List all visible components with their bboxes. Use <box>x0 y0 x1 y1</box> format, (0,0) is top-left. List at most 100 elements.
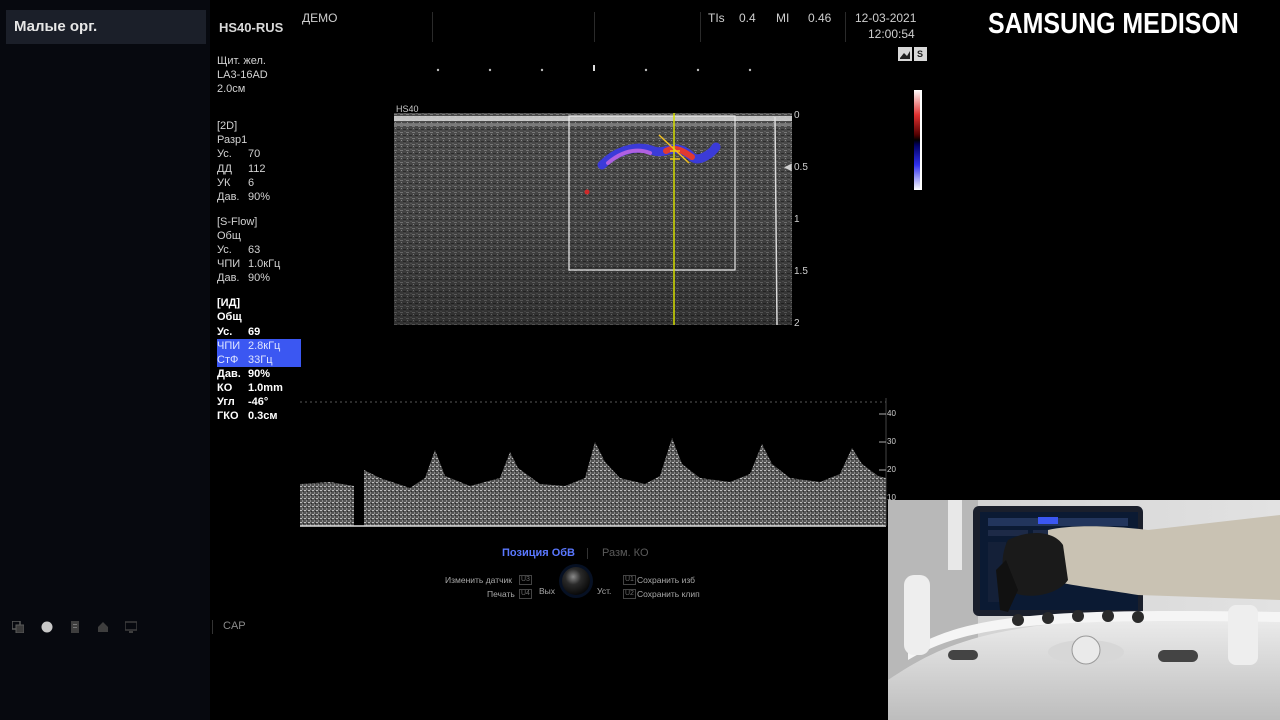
preset-label: Малые орг. <box>14 18 98 35</box>
key-u4: U4 <box>519 589 532 599</box>
param-row: КО 1.0mm <box>217 381 307 395</box>
param-row: Дав. 90% <box>217 271 307 285</box>
velocity-tick-label: 20 <box>887 465 896 474</box>
tis-label: TIs <box>708 11 725 25</box>
param-value: 33Гц <box>248 353 273 366</box>
mi-value: 0.46 <box>808 11 832 25</box>
param-value: 1.0кГц <box>248 258 281 271</box>
param-key: Ус. <box>217 325 233 338</box>
param-row: Ус. 63 <box>217 243 307 257</box>
depth-tick-label: 0.5 <box>794 162 808 173</box>
layers-icon[interactable] <box>12 621 24 633</box>
depth-tick-label: 0 <box>794 110 800 121</box>
param-value: -46° <box>248 395 269 408</box>
param-row-selected[interactable]: ЧПИ 2.8кГц <box>217 338 301 353</box>
header-divider <box>432 12 433 42</box>
exam-organ: Щит. жел. <box>217 55 266 67</box>
param-row: ГКО 0.3см <box>217 409 307 423</box>
status-icons: S <box>898 47 927 61</box>
printer-icon[interactable] <box>97 621 109 633</box>
param-key: УК <box>217 176 231 189</box>
header-divider <box>594 12 595 42</box>
param-row-selected[interactable]: СтФ 33Гц <box>217 352 301 367</box>
set-label: Уст. <box>597 586 612 596</box>
param-key: ГКО <box>217 410 239 423</box>
cap-label: CAP <box>223 620 246 632</box>
param-key: ДД <box>217 162 232 175</box>
param-key: Дав. <box>217 272 240 285</box>
parameter-panel: Щит. жел. LA3-16AD 2.0см [2D] Разр1 Ус. 7… <box>217 54 307 423</box>
key-u3: U3 <box>519 575 532 585</box>
velocity-tick-label: 30 <box>887 437 896 446</box>
param-value: 63 <box>248 244 261 257</box>
file-icon[interactable] <box>69 621 81 633</box>
spectral-doppler-trace[interactable] <box>300 398 900 528</box>
param-key: Угл <box>217 395 235 408</box>
bmode-image[interactable] <box>394 113 792 325</box>
param-key: Дав. <box>217 190 240 203</box>
depth-tick-label: 2 <box>794 318 800 329</box>
brand-logo: SAMSUNG MEDISON <box>988 8 1239 40</box>
param-value: 90% <box>248 190 271 203</box>
save-image-button[interactable]: Сохранить изб <box>637 575 695 585</box>
depth-tick-label: 1.5 <box>794 266 808 277</box>
preset-selector[interactable]: Малые орг. <box>6 10 206 44</box>
param-row: Дав. 90% <box>217 190 307 204</box>
section-2d-title: [2D] <box>217 120 238 133</box>
param-key: ЧПИ <box>217 339 241 352</box>
change-probe-button[interactable]: Изменить датчик <box>445 575 512 585</box>
section-2d-line: Разр1 <box>217 134 248 147</box>
param-row: УК 6 <box>217 176 307 190</box>
record-icon[interactable] <box>41 621 53 633</box>
trackball-control-panel: Позиция ОбВ Разм. КО Изменить датчик U3 … <box>430 540 720 620</box>
header-divider <box>700 12 701 42</box>
svg-text:S: S <box>917 49 923 59</box>
left-panel: Малые орг. <box>0 0 210 720</box>
param-key: ЧПИ <box>217 258 241 271</box>
param-row: ДД 112 <box>217 162 307 176</box>
param-value: 90% <box>248 272 271 285</box>
param-row: Дав. 90% <box>217 367 307 381</box>
time-label: 12:00:54 <box>868 27 915 41</box>
section-pw-line: Общ <box>217 311 242 324</box>
param-row: Ус. 70 <box>217 147 307 161</box>
operator-video-inset <box>888 500 1280 720</box>
trackball-mode-active[interactable]: Позиция ОбВ <box>502 547 575 559</box>
model-label: HS40-RUS <box>219 20 284 35</box>
param-value: 6 <box>248 176 255 189</box>
depth-marker: ◀ <box>784 162 792 173</box>
param-value: 69 <box>248 325 261 338</box>
key-u1: U1 <box>623 575 636 585</box>
date-label: 12-03-2021 <box>855 11 917 25</box>
param-value: 2.8кГц <box>248 339 281 352</box>
depth-tick-label: 1 <box>794 214 800 225</box>
section-pw-title: [ИД] <box>217 297 241 310</box>
trackball-icon[interactable] <box>558 563 594 599</box>
monitor-icon[interactable] <box>125 621 137 633</box>
print-button[interactable]: Печать <box>487 589 515 599</box>
save-clip-button[interactable]: Сохранить клип <box>637 589 700 599</box>
probe-name: LA3-16AD <box>217 69 268 82</box>
section-sflow-line: Общ <box>217 229 241 242</box>
mode-divider <box>587 548 588 559</box>
param-key: Дав. <box>217 367 241 380</box>
mode-label: ДЕМО <box>302 11 338 25</box>
velocity-tick-label: 40 <box>887 409 896 418</box>
param-key: Ус. <box>217 148 232 161</box>
param-key: Ус. <box>217 244 232 257</box>
scan-ticks <box>436 65 752 72</box>
param-value: 0.3см <box>248 410 278 423</box>
color-scale-bar <box>914 90 922 190</box>
param-value: 70 <box>248 148 261 161</box>
status-icons-bar <box>0 615 210 639</box>
depth-value: 2.0см <box>217 83 246 96</box>
mi-label: MI <box>776 11 790 25</box>
param-row: Угл -46° <box>217 395 307 409</box>
key-u2: U2 <box>623 589 636 599</box>
exit-label: Вых <box>539 586 556 596</box>
param-value: 112 <box>248 162 266 175</box>
section-sflow-title: [S-Flow] <box>217 215 258 228</box>
cap-divider <box>212 620 213 634</box>
trackball-mode-inactive[interactable]: Разм. КО <box>602 547 649 559</box>
param-row: ЧПИ 1.0кГц <box>217 257 307 271</box>
